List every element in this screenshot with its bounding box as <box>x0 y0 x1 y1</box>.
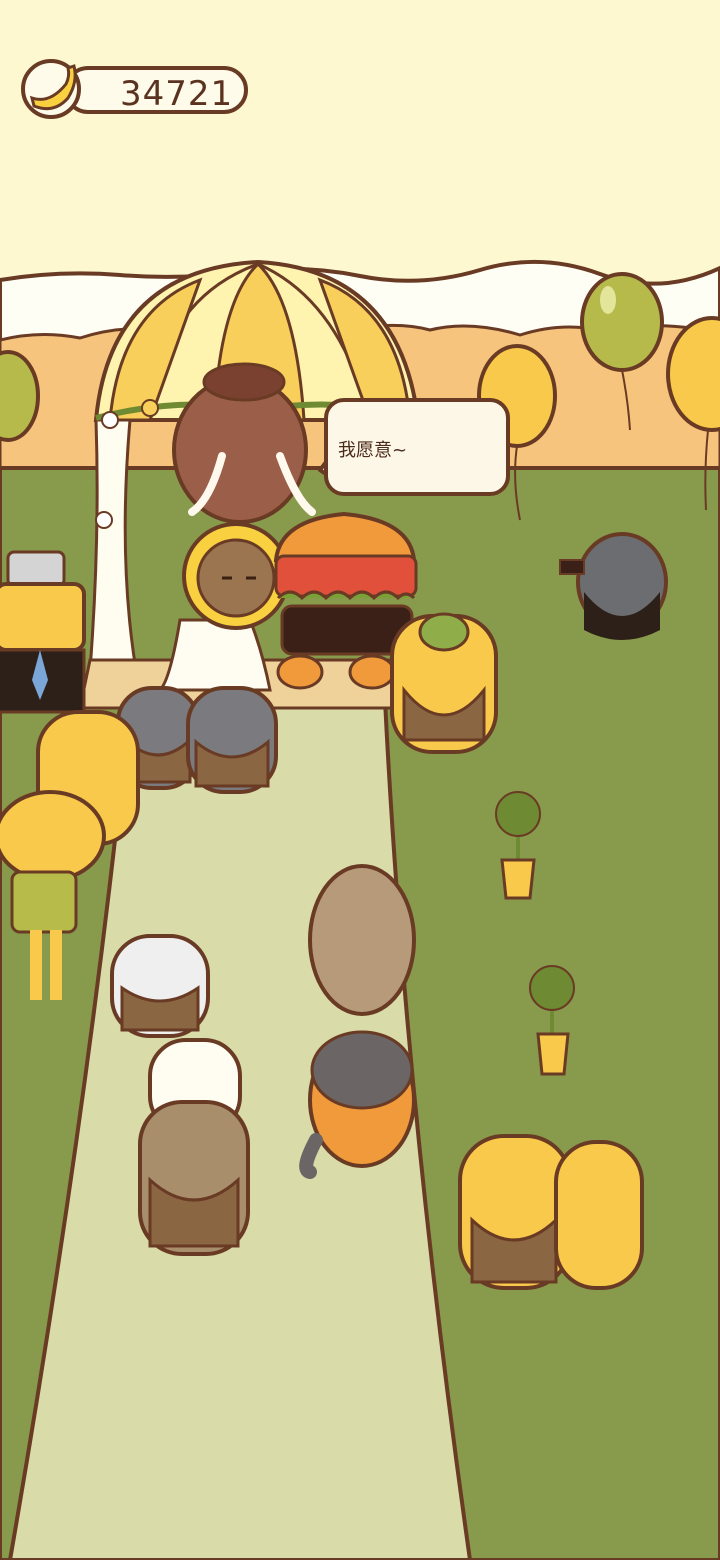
banana-count: 34721 <box>120 74 234 114</box>
tabby-cat-2 <box>138 1100 250 1256</box>
banana-counter[interactable]: 34721 <box>20 58 252 120</box>
speech-bubble: 我愿意~ <box>324 398 510 496</box>
frog-hat-cat <box>390 612 498 754</box>
tabby-cat-1 <box>308 864 416 1016</box>
white-grey-cat <box>110 934 210 1038</box>
wedding-scene <box>0 0 720 1560</box>
grey-cat-2 <box>186 686 278 794</box>
orange-cat-2 <box>554 1140 644 1290</box>
speech-bubble-text: 我愿意~ <box>338 440 408 461</box>
banana-counter-pill: 34721 <box>64 66 248 114</box>
orange-cat-1 <box>458 1134 572 1290</box>
banana-icon <box>21 59 81 119</box>
